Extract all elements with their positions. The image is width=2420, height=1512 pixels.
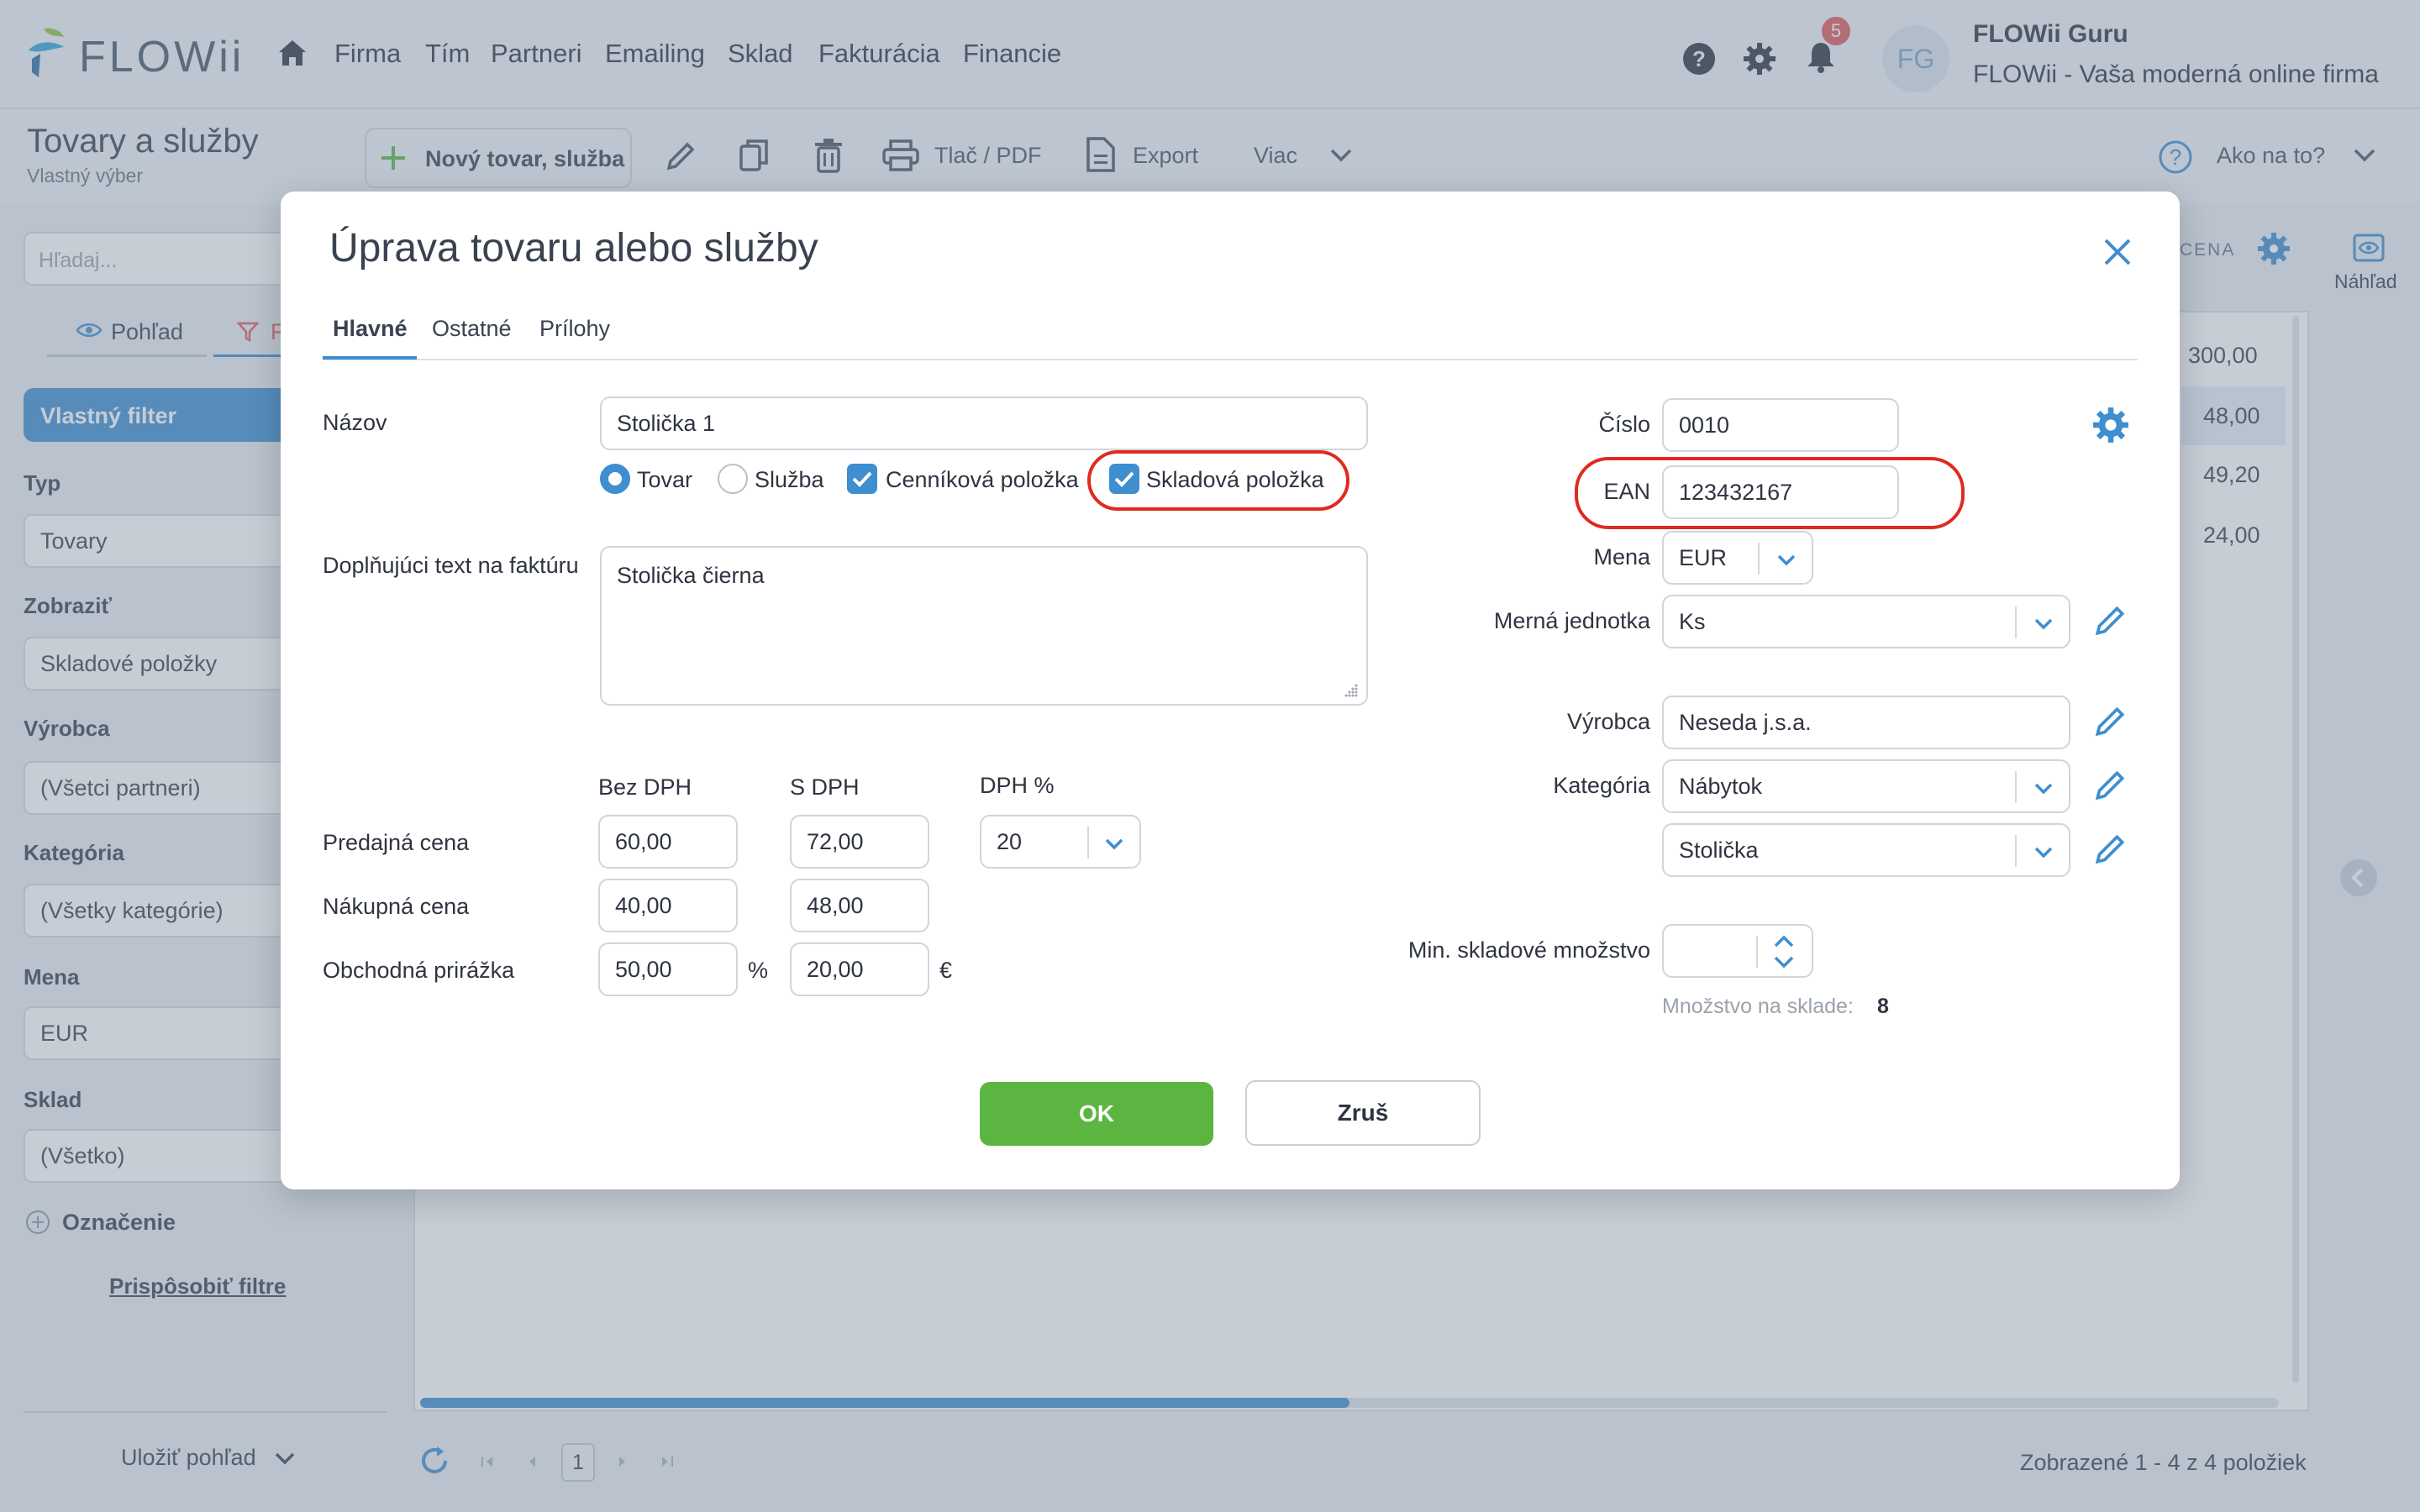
stock-qty-label: Množstvo na sklade:: [1662, 995, 1854, 1018]
vat-column-header: DPH %: [980, 773, 1055, 798]
currency-value: EUR: [1679, 545, 1728, 570]
tab-other[interactable]: Ostatné: [432, 316, 512, 342]
markup-percent-input[interactable]: [598, 942, 738, 996]
type-service-label[interactable]: Služba: [755, 467, 824, 493]
tab-main[interactable]: Hlavné: [333, 316, 408, 342]
chevron-down-icon: [1102, 832, 1126, 855]
select-divider: [1758, 543, 1760, 575]
close-icon[interactable]: [2102, 237, 2133, 267]
name-input[interactable]: [600, 396, 1368, 450]
stock-qty-value: 8: [1877, 995, 1889, 1018]
active-tab-underline: [323, 356, 417, 360]
number-label: Číslo: [1598, 412, 1650, 437]
unit-label: Merná jednotka: [1493, 608, 1650, 633]
edit-unit-pencil-icon[interactable]: [2092, 603, 2128, 638]
select-divider: [1756, 936, 1758, 968]
sale-price-label: Predajná cena: [323, 830, 470, 855]
category-value: Nábytok: [1679, 774, 1763, 799]
type-goods-label[interactable]: Tovar: [637, 467, 692, 493]
euro-sign: €: [939, 958, 953, 983]
markup-amount-input[interactable]: [790, 942, 929, 996]
subcategory-select[interactable]: Stolička: [1662, 823, 2070, 877]
min-stock-stepper[interactable]: [1662, 924, 1813, 978]
purchase-price-gross-input[interactable]: [790, 879, 929, 932]
net-column-header: Bez DPH: [598, 774, 692, 800]
stepper-up-down-icon[interactable]: [1771, 931, 1797, 973]
subcategory-value: Stolička: [1679, 837, 1759, 863]
number-input[interactable]: [1662, 398, 1899, 452]
gross-column-header: S DPH: [790, 774, 860, 800]
check-icon: [1114, 471, 1134, 487]
resize-grip-icon[interactable]: [1343, 682, 1360, 699]
stock-item-label[interactable]: Skladová položka: [1146, 467, 1324, 493]
stock-item-checkbox[interactable]: [1109, 464, 1139, 494]
category-select[interactable]: Nábytok: [1662, 759, 2070, 813]
type-service-radio[interactable]: [718, 464, 748, 494]
invoice-text-label: Doplňujúci text na faktúru: [323, 553, 579, 578]
ean-label: EAN: [1603, 479, 1650, 504]
invoice-text-textarea[interactable]: Stolička čierna: [600, 546, 1368, 706]
chevron-down-icon: [2032, 612, 2055, 635]
select-divider: [2015, 771, 2017, 803]
select-divider: [2015, 606, 2017, 638]
sale-price-net-input[interactable]: [598, 815, 738, 869]
chevron-down-icon: [2032, 776, 2055, 800]
gear-icon[interactable]: [2092, 407, 2129, 444]
check-icon: [852, 471, 872, 487]
currency-select[interactable]: EUR: [1662, 531, 1813, 585]
category-label: Kategória: [1553, 773, 1650, 798]
percent-sign: %: [748, 958, 769, 983]
currency-label: Mena: [1593, 544, 1650, 570]
select-divider: [2015, 835, 2017, 867]
edit-item-dialog: Úprava tovaru alebo služby Hlavné Ostatn…: [281, 192, 2180, 1189]
manufacturer-input[interactable]: [1662, 696, 2070, 749]
vat-rate-value: 20: [997, 829, 1023, 854]
unit-select[interactable]: Ks: [1662, 595, 2070, 648]
price-item-label[interactable]: Cenníková položka: [886, 467, 1079, 493]
ean-input[interactable]: [1662, 465, 1899, 519]
edit-manufacturer-pencil-icon[interactable]: [2092, 704, 2128, 739]
chevron-down-icon: [2032, 840, 2055, 864]
tab-attachments[interactable]: Prílohy: [539, 316, 610, 342]
edit-category-pencil-icon[interactable]: [2092, 768, 2128, 803]
vat-rate-select[interactable]: 20: [980, 815, 1141, 869]
manufacturer-label: Výrobca: [1566, 709, 1650, 734]
cancel-button[interactable]: Zruš: [1245, 1080, 1481, 1146]
min-stock-label: Min. skladové množstvo: [1407, 937, 1650, 963]
ok-button[interactable]: OK: [980, 1082, 1213, 1146]
price-item-checkbox[interactable]: [847, 464, 877, 494]
edit-subcategory-pencil-icon[interactable]: [2092, 832, 2128, 867]
markup-label: Obchodná prirážka: [323, 958, 515, 983]
purchase-price-label: Nákupná cena: [323, 894, 470, 919]
name-label: Názov: [323, 410, 387, 435]
purchase-price-net-input[interactable]: [598, 879, 738, 932]
tab-bar-line: [323, 359, 2138, 360]
sale-price-gross-input[interactable]: [790, 815, 929, 869]
unit-value: Ks: [1679, 609, 1706, 634]
chevron-down-icon: [1775, 548, 1798, 571]
select-divider: [1087, 827, 1089, 858]
type-goods-radio[interactable]: [600, 464, 630, 494]
dialog-title: Úprava tovaru alebo služby: [329, 226, 818, 270]
